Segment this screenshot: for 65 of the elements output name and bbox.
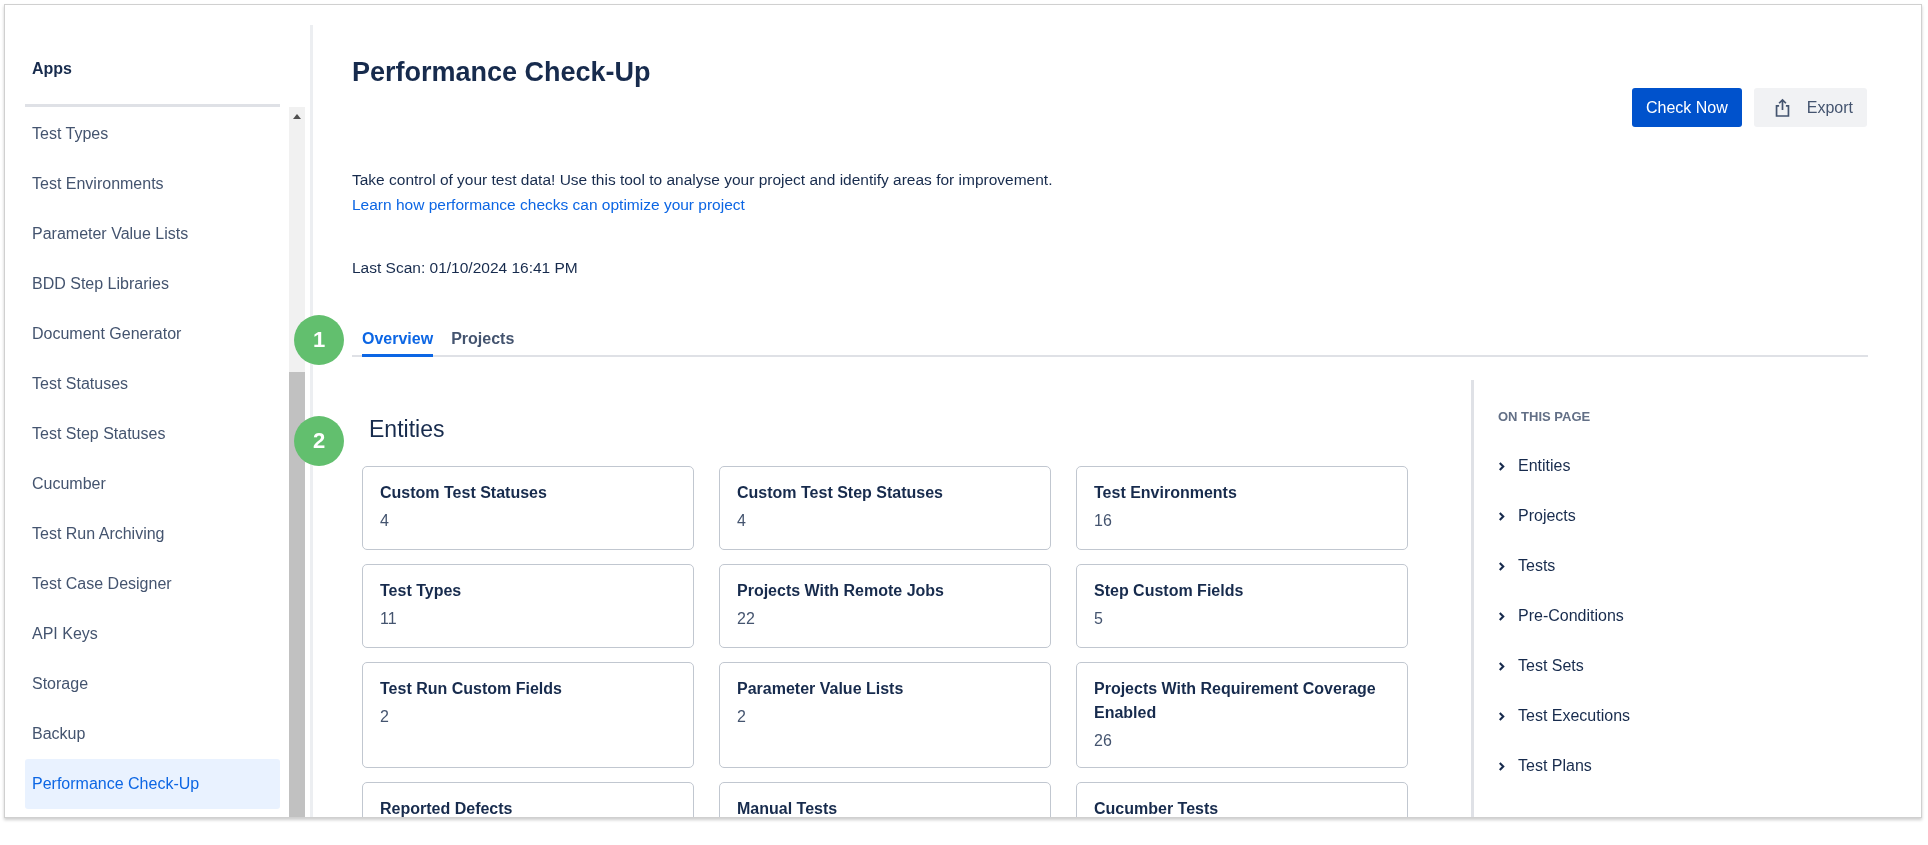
step-badge: 1	[294, 315, 344, 365]
chevron-icon	[1498, 460, 1505, 472]
scroll-up-icon[interactable]	[293, 114, 301, 119]
card-value: 2	[737, 707, 747, 727]
chevron-icon	[1498, 710, 1505, 722]
card-title: Custom Test Step Statuses	[737, 483, 944, 503]
card-title: Reported Defects	[380, 799, 514, 817]
card-value: 26	[1094, 731, 1113, 751]
card-title: Test Environments	[1094, 483, 1238, 503]
card-title: Parameter Value Lists	[737, 679, 905, 699]
section-heading: Entities	[368, 415, 446, 444]
toc-link[interactable]: Test Executions	[1518, 707, 1631, 725]
chevron-icon	[1498, 510, 1505, 522]
card-value: 11	[380, 609, 398, 629]
sidebar-item[interactable]: API Keys	[25, 609, 280, 659]
sidebar-item[interactable]: Test Step Statuses	[25, 409, 280, 459]
toc-link[interactable]: Pre-Conditions	[1518, 607, 1624, 625]
toc-link[interactable]: Tests	[1518, 557, 1556, 575]
help-link[interactable]: Learn how performance checks can optimize your project	[352, 192, 745, 217]
sidebar-item[interactable]: Document Generator	[25, 309, 280, 359]
chevron-icon	[1498, 760, 1505, 772]
card-title: Cucumber Tests	[1094, 799, 1220, 817]
sidebar-item[interactable]: Test Case Designer	[25, 559, 280, 609]
card-title: Test Types	[380, 581, 463, 601]
share-icon	[1773, 98, 1791, 117]
last-scan-text: Last Scan: 01/10/2024 16:41 PM	[352, 258, 579, 278]
description-text: Take control of your test data! Use this tool to analyse your project and identify areas for improvement.	[352, 170, 1054, 190]
sidebar-item[interactable]: Performance Check-Up	[25, 759, 280, 809]
page-title: Performance Check-Up	[352, 56, 651, 89]
sidebar-item[interactable]: Backup	[25, 709, 280, 759]
card-title: Projects With Requirement Coverage Enabled	[1094, 679, 1377, 723]
sidebar-item[interactable]: Cucumber	[25, 459, 280, 509]
sidebar-item[interactable]: Test Statuses	[25, 359, 280, 409]
card-value: 4	[380, 511, 390, 531]
tab[interactable]: Overview	[362, 316, 434, 357]
tab[interactable]: Projects	[451, 316, 515, 357]
card-title: Test Run Custom Fields	[380, 679, 563, 699]
sidebar-item[interactable]: Test Run Archiving	[25, 509, 280, 559]
toc-link[interactable]: Test Sets	[1518, 657, 1584, 675]
card-value: 5	[1094, 609, 1104, 629]
card-title: Step Custom Fields	[1094, 581, 1245, 601]
toc-link[interactable]: Test Plans	[1518, 757, 1592, 775]
sidebar-heading: Apps	[32, 59, 72, 79]
scrollbar[interactable]	[289, 107, 305, 817]
step-badge: 2	[294, 416, 344, 466]
sidebar-item[interactable]: BDD Step Libraries	[25, 259, 280, 309]
export-button[interactable]: Export	[1753, 88, 1867, 127]
chevron-icon	[1498, 560, 1505, 572]
toc-heading: ON THIS PAGE	[1498, 408, 1592, 426]
chevron-icon	[1498, 660, 1505, 672]
card-value: 4	[737, 511, 747, 531]
check-now-button[interactable]: Check Now	[1631, 88, 1742, 127]
card-title: Manual Tests	[737, 799, 839, 817]
card-value: 16	[1094, 511, 1113, 531]
chevron-icon	[1498, 610, 1505, 622]
card-value: 22	[737, 609, 756, 629]
card-value: 2	[380, 707, 390, 727]
card-title: Custom Test Statuses	[380, 483, 548, 503]
sidebar-item[interactable]: Test Types	[25, 109, 280, 159]
card-title: Projects With Remote Jobs	[737, 581, 945, 601]
sidebar-item[interactable]: Test Environments	[25, 159, 280, 209]
sidebar-item[interactable]: Storage	[25, 659, 280, 709]
sidebar-item[interactable]: Parameter Value Lists	[25, 209, 280, 259]
toc-link[interactable]: Entities	[1518, 457, 1571, 475]
toc-link[interactable]: Projects	[1518, 507, 1576, 525]
